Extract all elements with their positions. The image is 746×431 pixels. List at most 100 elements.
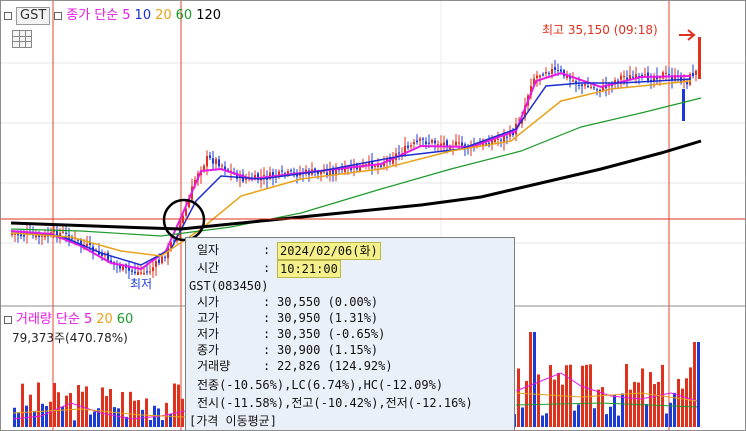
legend-toggle[interactable] bbox=[4, 12, 12, 20]
volume-bar bbox=[177, 384, 180, 427]
volume-bar bbox=[181, 398, 184, 427]
volume-bar bbox=[573, 410, 576, 427]
volume-bar bbox=[33, 410, 36, 427]
candle-body bbox=[437, 144, 439, 146]
volume-bar bbox=[525, 380, 528, 427]
candle-body bbox=[407, 145, 409, 148]
tooltip-low-label: 저가 bbox=[197, 327, 220, 341]
volume-bar bbox=[649, 372, 652, 427]
candle-body bbox=[551, 68, 553, 74]
volume-bar bbox=[577, 404, 580, 427]
candle-body bbox=[62, 231, 64, 233]
candle-body bbox=[212, 158, 214, 164]
volume-bar bbox=[149, 420, 152, 427]
ma120-line bbox=[10, 139, 702, 231]
candle-body bbox=[413, 142, 415, 145]
candle-body bbox=[422, 138, 424, 140]
volume-bar bbox=[45, 405, 48, 427]
volume-bar bbox=[53, 382, 56, 427]
volume-bar bbox=[89, 414, 92, 427]
chart-window[interactable]: GST 종가 단순 5 10 20 60 120 최고 35,150 (09:1… bbox=[0, 0, 746, 431]
candle-body bbox=[425, 141, 427, 145]
volume-bar bbox=[529, 332, 532, 427]
legend-toggle[interactable] bbox=[4, 316, 12, 324]
candle-body bbox=[461, 142, 463, 146]
candle-body bbox=[152, 267, 154, 272]
candle-body bbox=[419, 138, 421, 141]
candle-body bbox=[587, 85, 589, 88]
candle-body bbox=[416, 140, 418, 143]
ma120-label: 120 bbox=[196, 8, 222, 23]
candle-body bbox=[431, 139, 433, 143]
candle-body bbox=[617, 80, 619, 82]
volume-bar bbox=[129, 391, 132, 427]
candle-body bbox=[221, 165, 223, 167]
candle-body bbox=[218, 159, 220, 167]
candle-body bbox=[398, 152, 400, 154]
tooltip-date-value: 2024/02/06(화) bbox=[277, 242, 381, 260]
volume-bar bbox=[693, 342, 696, 427]
candle-body bbox=[320, 171, 322, 175]
grid-icon[interactable] bbox=[12, 30, 32, 48]
candle-body bbox=[149, 271, 151, 273]
volume-bar bbox=[549, 364, 552, 427]
candle-body bbox=[290, 170, 292, 172]
ma60-label: 60 bbox=[175, 8, 193, 23]
volume-bar bbox=[665, 413, 668, 427]
candle-body bbox=[434, 140, 436, 144]
candle-body bbox=[86, 244, 88, 247]
candle-body bbox=[542, 74, 544, 76]
candle-body bbox=[593, 87, 595, 89]
tooltip-open-value: 30,550 (0.00%) bbox=[277, 295, 379, 309]
volume-bar bbox=[93, 411, 96, 427]
candle-body bbox=[572, 80, 574, 82]
candle-body bbox=[695, 70, 697, 75]
volume-bar bbox=[589, 364, 592, 427]
volume-bar bbox=[113, 407, 116, 427]
legend-toggle[interactable] bbox=[54, 12, 63, 20]
volume-bar bbox=[25, 405, 28, 427]
tooltip-open-label: 시가 bbox=[197, 295, 220, 309]
volume-bar bbox=[157, 408, 160, 427]
price-legend: GST 종가 단순 5 10 20 60 120 bbox=[4, 7, 221, 25]
volume-bar bbox=[681, 388, 684, 427]
candle-body bbox=[560, 69, 562, 72]
candle-body bbox=[623, 76, 625, 78]
candle-body bbox=[584, 84, 586, 86]
volume-bar bbox=[613, 394, 616, 427]
candle-body bbox=[215, 159, 217, 164]
candle-body bbox=[281, 170, 283, 172]
volume-bar bbox=[57, 392, 60, 427]
volume-bar bbox=[101, 387, 104, 427]
crosshair-tooltip: 일자:2024/02/06(화) 시간:10:21:00 GST(083450)… bbox=[185, 237, 515, 430]
volume-bar bbox=[697, 342, 700, 427]
volume-bar bbox=[645, 403, 648, 427]
volume-ma-label: 거래량 단순 bbox=[16, 312, 80, 327]
volume-bar bbox=[137, 400, 140, 427]
volume-bar bbox=[13, 407, 16, 427]
volume-bar bbox=[605, 414, 608, 427]
candle-body bbox=[554, 67, 556, 70]
candle-body bbox=[620, 75, 622, 80]
tooltip-time-value: 10:21:00 bbox=[277, 260, 341, 278]
volume-bar bbox=[689, 367, 692, 427]
tooltip-summary-1: 전종(-10.56%),LC(6.74%),HC(-12.09%) bbox=[197, 378, 444, 392]
candle-body bbox=[497, 138, 499, 140]
candle-body bbox=[539, 75, 541, 78]
volume-bar bbox=[641, 368, 644, 427]
volume-bar bbox=[521, 407, 524, 427]
candle-body bbox=[506, 136, 508, 138]
vma20-label: 20 bbox=[96, 312, 113, 327]
candle-body bbox=[374, 166, 376, 168]
volume-bar bbox=[629, 389, 632, 427]
candle-body bbox=[443, 142, 445, 146]
volume-bar bbox=[561, 384, 564, 427]
candle-body bbox=[581, 84, 583, 87]
candle-body bbox=[131, 270, 133, 272]
candle-body bbox=[41, 235, 43, 237]
candle-body bbox=[626, 77, 628, 80]
candle-body bbox=[500, 139, 502, 141]
candle-body bbox=[134, 271, 136, 274]
volume-bar bbox=[37, 382, 40, 427]
stock-tag[interactable]: GST bbox=[16, 7, 51, 25]
